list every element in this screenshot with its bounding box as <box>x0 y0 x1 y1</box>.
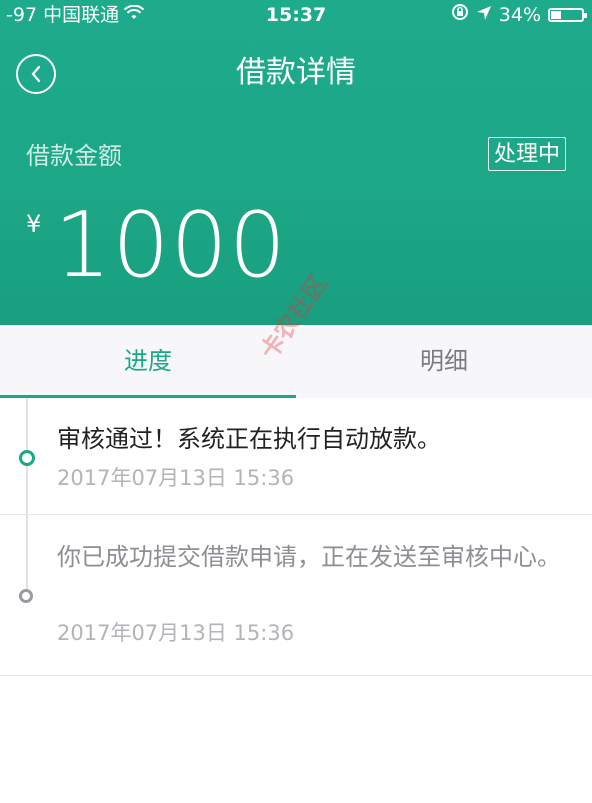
battery-level <box>551 11 562 19</box>
tab-details[interactable]: 明细 <box>296 325 592 398</box>
tab-progress[interactable]: 进度 <box>0 325 296 398</box>
timeline-item-text: 你已成功提交借款申请，正在发送至审核中心。 <box>57 543 561 571</box>
currency-symbol: ¥ <box>26 210 42 238</box>
timeline-item-time: 2017年07月13日 15:36 <box>57 621 295 645</box>
timeline-item-time: 2017年07月13日 15:36 <box>57 466 295 490</box>
page-title: 借款详情 <box>236 55 356 90</box>
location-arrow-icon <box>476 0 492 30</box>
battery-percent: 34% <box>498 4 541 26</box>
timeline-dot-past <box>19 589 33 603</box>
loan-amount: 1000 <box>54 193 288 298</box>
timeline-item: 审核通过！系统正在执行自动放款。 2017年07月13日 15:36 <box>0 398 592 515</box>
timeline-dot-current <box>19 450 35 466</box>
timeline-item: 你已成功提交借款申请，正在发送至审核中心。 2017年07月13日 15:36 <box>0 515 592 676</box>
header: -97 中国联通 15:37 34% 借款详情 借款金额 处理中 ¥ 1000 <box>0 0 592 325</box>
status-bar: -97 中国联通 15:37 34% <box>0 0 592 32</box>
rotation-lock-icon <box>451 0 469 30</box>
tab-bar: 进度 明细 <box>0 325 592 399</box>
status-right: 34% <box>451 0 587 30</box>
status-badge: 处理中 <box>487 137 566 171</box>
timeline-item-text: 审核通过！系统正在执行自动放款。 <box>57 425 441 453</box>
amount-label: 借款金额 <box>26 142 122 170</box>
battery-icon <box>548 8 587 22</box>
progress-timeline: 审核通过！系统正在执行自动放款。 2017年07月13日 15:36 你已成功提… <box>0 398 592 676</box>
